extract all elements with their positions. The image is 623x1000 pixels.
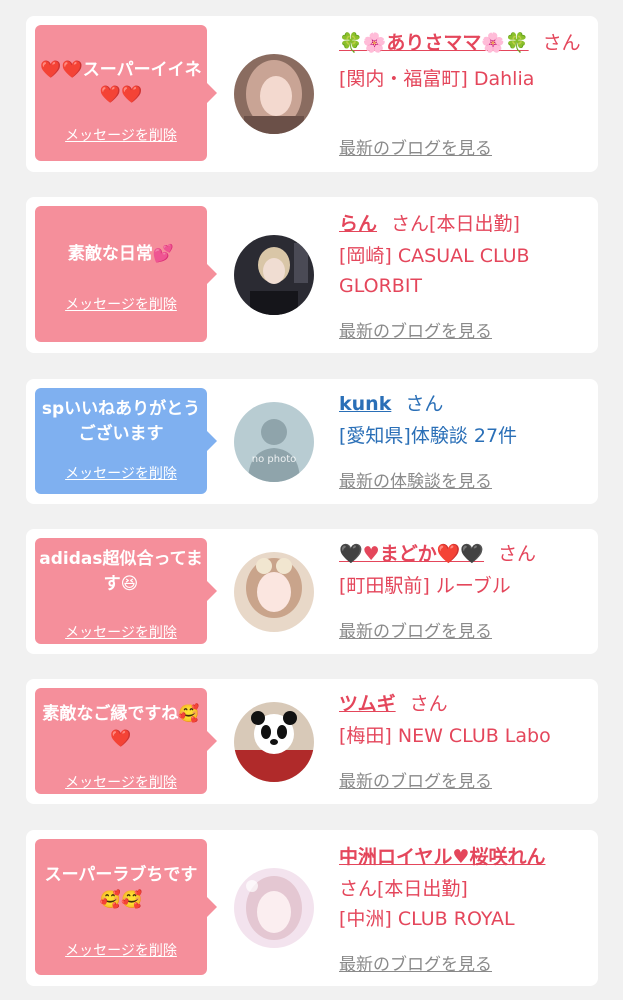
- delete-message-link[interactable]: メッセージを削除: [35, 125, 207, 145]
- profile-info: kunk さん [愛知県]体験談 27件: [339, 387, 590, 451]
- blog-link[interactable]: 最新のブログを見る: [339, 950, 492, 975]
- profile-name-link[interactable]: 🍀🌸ありさママ🌸🍀: [339, 32, 529, 54]
- honorific: さん: [391, 213, 430, 235]
- profile-name: 中洲ロイヤル♥桜咲れん: [339, 840, 590, 874]
- delete-message-link[interactable]: メッセージを削除: [35, 463, 207, 483]
- profile-name-link[interactable]: 中洲ロイヤル♥桜咲れん: [339, 846, 545, 868]
- message-bubble: 素敵なご縁ですね🥰❤️ メッセージを削除: [35, 688, 217, 794]
- shop-info: [町田駅前] ルーブル: [339, 575, 511, 597]
- message-text: ❤️❤️スーパーイイネ❤️❤️: [40, 60, 202, 105]
- profile-name-link[interactable]: 🖤♥まどか❤️🖤: [339, 543, 484, 565]
- avatar[interactable]: [234, 235, 314, 315]
- honorific: さん: [339, 878, 378, 900]
- shop-info: [関内・福富町] Dahlia: [339, 68, 535, 90]
- message-card: スーパーラブちです🥰🥰 メッセージを削除 中洲ロイヤル♥桜咲れん さん[本日出勤…: [26, 830, 598, 986]
- message-text: 素敵なご縁ですね🥰❤️: [42, 704, 200, 749]
- shop-info: [愛知県]体験談 27件: [339, 425, 518, 447]
- blog-link[interactable]: 最新のブログを見る: [339, 134, 492, 159]
- message-bubble: 素敵な日常💕 メッセージを削除: [35, 206, 217, 342]
- blog-link[interactable]: 最新のブログを見る: [339, 317, 492, 342]
- blog-link[interactable]: 最新のブログを見る: [339, 767, 492, 792]
- message-bubble: adidas超似合ってます😆 メッセージを削除: [35, 538, 217, 644]
- message-text: spいいねありがとうございます: [41, 399, 201, 444]
- message-text: adidas超似合ってます😆: [39, 549, 203, 594]
- honorific: さん: [498, 543, 537, 565]
- profile-info: らん さん[本日出勤] [岡崎] CASUAL CLUB GLORBIT: [339, 207, 590, 301]
- shop-info: [梅田] NEW CLUB Labo: [339, 725, 551, 747]
- profile-name-link[interactable]: kunk: [339, 393, 391, 415]
- message-bubble: スーパーラブちです🥰🥰 メッセージを削除: [35, 839, 217, 975]
- work-status: [本日出勤]: [429, 213, 520, 235]
- profile-info: ツムギ さん [梅田] NEW CLUB Labo: [339, 687, 590, 751]
- message-card: spいいねありがとうございます メッセージを削除 no photo kunk さん…: [26, 379, 598, 504]
- shop-info: [中洲] CLUB ROYAL: [339, 908, 515, 930]
- profile-info: 中洲ロイヤル♥桜咲れん さん[本日出勤] [中洲] CLUB ROYAL: [339, 840, 590, 934]
- message-text: 素敵な日常💕: [67, 244, 175, 264]
- profile-name: らん さん[本日出勤]: [339, 207, 590, 241]
- honorific: さん: [405, 393, 444, 415]
- avatar[interactable]: [234, 868, 314, 948]
- profile-info: 🖤♥まどか❤️🖤 さん [町田駅前] ルーブル: [339, 537, 590, 601]
- message-bubble: spいいねありがとうございます メッセージを削除: [35, 388, 217, 494]
- shop-info: [岡崎] CASUAL CLUB GLORBIT: [339, 245, 530, 297]
- profile-status-line: さん[本日出勤]: [339, 874, 590, 904]
- delete-message-link[interactable]: メッセージを削除: [35, 772, 207, 792]
- honorific: さん: [542, 32, 581, 54]
- avatar[interactable]: [234, 702, 314, 782]
- message-card: 素敵な日常💕 メッセージを削除 らん さん[本日出勤] [岡崎] CASUAL C…: [26, 197, 598, 353]
- message-card: ❤️❤️スーパーイイネ❤️❤️ メッセージを削除 🍀🌸ありさママ🌸🍀 さん [関内…: [26, 16, 598, 172]
- delete-message-link[interactable]: メッセージを削除: [35, 294, 207, 314]
- message-bubble: ❤️❤️スーパーイイネ❤️❤️ メッセージを削除: [35, 25, 217, 161]
- message-text: スーパーラブちです🥰🥰: [44, 865, 198, 910]
- profile-name-link[interactable]: ツムギ: [339, 693, 396, 715]
- profile-name: 🍀🌸ありさママ🌸🍀 さん: [339, 26, 590, 60]
- profile-name: kunk さん: [339, 387, 590, 421]
- honorific: さん: [409, 693, 448, 715]
- profile-name: 🖤♥まどか❤️🖤 さん: [339, 537, 590, 571]
- profile-name-link[interactable]: らん: [339, 213, 377, 235]
- avatar[interactable]: no photo: [234, 402, 314, 482]
- message-card: adidas超似合ってます😆 メッセージを削除 🖤♥まどか❤️🖤 さん [町田駅前…: [26, 529, 598, 654]
- review-link[interactable]: 最新の体験談を見る: [339, 467, 492, 492]
- avatar[interactable]: [234, 54, 314, 134]
- avatar[interactable]: [234, 552, 314, 632]
- delete-message-link[interactable]: メッセージを削除: [35, 622, 207, 642]
- profile-name: ツムギ さん: [339, 687, 590, 721]
- blog-link[interactable]: 最新のブログを見る: [339, 617, 492, 642]
- no-photo-label: no photo: [251, 454, 297, 465]
- work-status: [本日出勤]: [377, 878, 468, 900]
- profile-info: 🍀🌸ありさママ🌸🍀 さん [関内・福富町] Dahlia: [339, 26, 590, 94]
- delete-message-link[interactable]: メッセージを削除: [35, 940, 207, 960]
- message-card: 素敵なご縁ですね🥰❤️ メッセージを削除 ツムギ さん [梅田] NEW CLUB…: [26, 679, 598, 804]
